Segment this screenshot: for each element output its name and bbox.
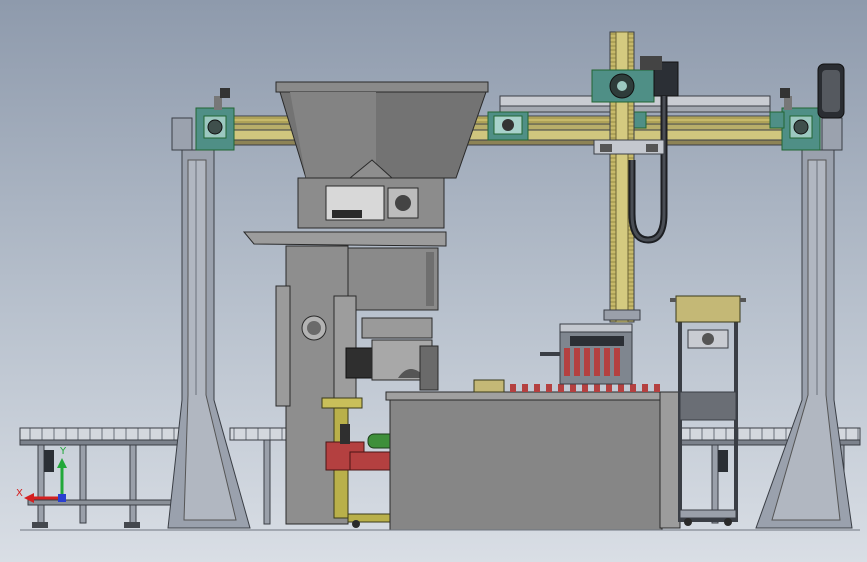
triad-y-label: Y: [59, 446, 67, 457]
multi-bottle-gripper: [540, 323, 633, 385]
left-end-bearing-block: [195, 88, 235, 151]
weighing-cabinet: [297, 177, 445, 229]
y-axis-arrowhead: [57, 458, 67, 468]
triad-x-label: X: [16, 488, 23, 499]
servo-motor-assembly: [591, 56, 679, 103]
cad-viewport[interactable]: X Y: [0, 0, 867, 562]
gantry-right-pillar: [755, 117, 853, 529]
beam-carriage-block: [487, 111, 529, 141]
right-end-bearing-block: [780, 88, 821, 151]
gantry-left-pillar: [167, 117, 251, 529]
operator-shelf: [242, 231, 447, 247]
bagging-machine-drawing: X Y: [16, 31, 861, 531]
feed-hopper: [275, 81, 489, 179]
z-axis-carriage: [593, 139, 665, 155]
z-axis-marker: [58, 494, 66, 502]
side-rack-cart: [670, 295, 746, 526]
main-packing-table: [385, 391, 681, 531]
top-right-drum: [817, 63, 845, 119]
bag-clamp-head: [345, 317, 439, 391]
left-roller-conveyor: [19, 427, 191, 528]
